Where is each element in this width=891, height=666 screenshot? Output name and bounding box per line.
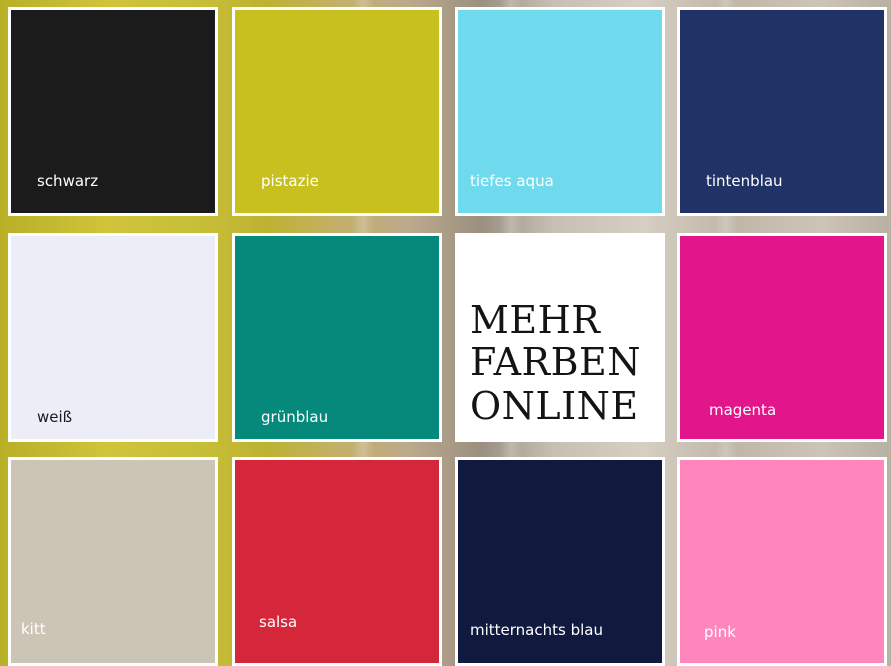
swatch-label: mitternachts blau <box>470 621 603 639</box>
swatch-gruenblau[interactable]: grünblau <box>232 233 442 442</box>
swatch-schwarz[interactable]: schwarz <box>8 7 218 216</box>
promo-line-2: FARBEN <box>470 340 642 384</box>
swatch-label: pistazie <box>261 172 319 190</box>
swatch-tintenblau[interactable]: tintenblau <box>677 7 887 216</box>
swatch-salsa[interactable]: salsa <box>232 457 442 666</box>
swatch-label: magenta <box>709 401 777 419</box>
swatch-weiss[interactable]: weiß <box>8 233 218 442</box>
swatch-mitternachts-blau[interactable]: mitternachts blau <box>455 457 665 666</box>
swatch-label: kitt <box>21 620 46 638</box>
swatch-label: tiefes aqua <box>470 172 554 190</box>
promo-line-3: ONLINE <box>470 384 639 428</box>
swatch-label: tintenblau <box>706 172 783 190</box>
promo-line-1: MEHR <box>470 298 601 342</box>
swatch-kitt[interactable]: kitt <box>8 457 218 666</box>
more-colors-online-banner[interactable]: MEHR FARBEN ONLINE <box>455 233 665 442</box>
swatch-magenta[interactable]: magenta <box>677 233 887 442</box>
swatch-label: schwarz <box>37 172 99 190</box>
swatch-label: pink <box>704 623 736 641</box>
swatch-tiefes-aqua[interactable]: tiefes aqua <box>455 7 665 216</box>
swatch-label: grünblau <box>261 408 329 426</box>
swatch-pistazie[interactable]: pistazie <box>232 7 442 216</box>
swatch-label: weiß <box>37 408 73 426</box>
swatch-pink[interactable]: pink <box>677 457 887 666</box>
swatch-label: salsa <box>259 613 298 631</box>
